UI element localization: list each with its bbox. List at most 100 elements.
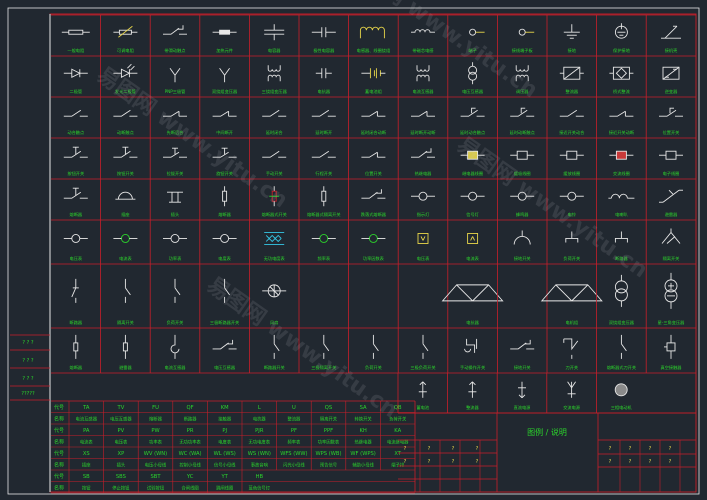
symbol-label: 电压互感器	[214, 364, 236, 371]
symbol-label: 电压互感器	[462, 88, 484, 95]
device-name: 试验按钮	[147, 485, 165, 492]
title-block-cell: ?	[452, 459, 455, 465]
title-block-cell: ?	[649, 459, 652, 465]
symbol-label: 电流表	[466, 255, 479, 262]
device-code: PJ	[222, 428, 227, 434]
device-name: 电度表	[218, 439, 232, 446]
row-head: 名称	[54, 485, 64, 492]
device-name: 预告信号	[320, 462, 337, 469]
symbol-label: 电抗器	[466, 319, 479, 326]
symbol-label: 三极隔离开关	[311, 364, 336, 371]
device-name: 隔离开关	[320, 416, 338, 423]
row-head: 名称	[54, 416, 64, 423]
device-name: 热继电器	[355, 439, 373, 446]
device-name: 辅助小母线	[352, 462, 374, 469]
symbol-label: 指示灯	[417, 211, 430, 218]
device-code: KA	[394, 428, 401, 434]
device-code: WV (WN)	[144, 451, 167, 457]
symbol-label: 频率表	[318, 255, 331, 262]
title-block-cell: ?	[404, 446, 407, 452]
symbol-label: 断路器	[615, 255, 628, 262]
symbol-label: 热继电器	[415, 170, 433, 177]
symbol-label: 接地	[568, 47, 577, 54]
title-block-cell: ?	[669, 459, 672, 465]
title-block-cell: ?	[649, 446, 652, 452]
symbol-label: 接机壳	[665, 47, 678, 54]
device-code: WC (WA)	[179, 451, 202, 457]
symbol-label: 负荷开关	[167, 319, 184, 326]
symbol-label: 电喇叭	[615, 211, 628, 218]
row-head: 代号	[54, 427, 64, 434]
device-code: PW	[151, 428, 159, 434]
symbol-label: 负荷开关	[365, 364, 382, 371]
device-code: KH	[359, 428, 366, 434]
symbol-label: 整流器	[566, 88, 579, 95]
symbol-label: 熔断器式开关	[262, 211, 287, 218]
device-code: WPS (WB)	[316, 451, 342, 457]
symbol-label: 动合触点	[67, 129, 84, 136]
device-code: HB	[256, 474, 264, 480]
symbol-label: 插头	[171, 211, 179, 218]
device-code: QF	[187, 405, 194, 411]
device-code: L	[258, 405, 261, 411]
device-code: YC	[186, 474, 194, 480]
symbol-label: 无功电度表	[264, 255, 286, 262]
device-name: 停止按钮	[112, 485, 130, 492]
symbol-label: 功率因数表	[363, 255, 385, 262]
symbol-label: 真空接触器	[661, 364, 683, 371]
symbol-label: 延时闭合动断	[361, 129, 387, 136]
symbol-label: 接近开关动合	[559, 129, 585, 136]
revision-cell: ? ? ?	[22, 376, 33, 382]
device-name: 合闸线圈	[182, 485, 199, 492]
device-code: WL (WS)	[214, 451, 236, 457]
symbol-label: 动断触点	[117, 129, 134, 136]
symbol-label: 负荷开关	[563, 255, 580, 262]
device-code: PPF	[324, 428, 333, 434]
symbol-label: 电度表	[218, 255, 231, 262]
device-code: WS (WN)	[248, 451, 271, 457]
symbol-label: 接地开关	[514, 364, 531, 371]
symbol-label: 电流表	[119, 255, 132, 262]
device-name: 信号小母线	[214, 462, 236, 469]
cad-drawing-sheet: 一般电阻 可调电阻 带滑动触点 加热元件 电容器 极性电容器 电感器、线圈绕组 带磁芯电感 端子…	[0, 0, 707, 500]
symbol-label: 手动开关	[266, 170, 283, 177]
symbol-label: 熔断器	[70, 364, 83, 371]
revision-cell: ? ? ?	[22, 358, 33, 364]
symbol-label: 蓄电池	[417, 404, 430, 411]
title-block-cell: ?	[428, 446, 431, 452]
row-head: 代号	[54, 450, 64, 457]
symbol-label: 接近开关动断	[609, 129, 635, 136]
device-name: 转换开关	[355, 416, 373, 423]
symbol-label: 插座	[121, 211, 129, 218]
symbol-label: 双绕组变压器	[609, 319, 635, 326]
device-code: TA	[82, 405, 90, 411]
symbol-label: 接地开关	[514, 255, 531, 262]
symbol-label: 电流互感器	[165, 364, 187, 371]
symbol-label: 二极管	[70, 88, 83, 95]
device-code: WFS (WW)	[280, 451, 307, 457]
symbol-label: 熔断器式隔离开关	[307, 211, 341, 218]
symbol-label: 一般电阻	[67, 47, 85, 54]
symbol-label: 电感器、线圈绕组	[357, 47, 391, 54]
device-name: 插头	[117, 462, 126, 469]
device-name: 频率表	[287, 439, 301, 446]
symbol-label: 延时断开动断	[410, 129, 436, 136]
symbol-label: 可调电阻	[117, 47, 135, 54]
row-head: 名称	[54, 439, 64, 446]
device-name: 整流器	[287, 416, 301, 423]
symbol-label: 交流线圈	[613, 170, 630, 177]
symbol-label: 中间断开	[216, 129, 233, 136]
device-code: WF (WPS)	[350, 451, 375, 457]
symbol-label: 逆变器	[665, 88, 678, 95]
device-name: 按钮	[82, 485, 91, 492]
symbol-label: 电压表	[417, 255, 430, 262]
revision-cell: ? ? ?	[22, 340, 33, 346]
symbol-label: 延时动合触点	[460, 129, 485, 136]
title-block-cell: ?	[428, 459, 431, 465]
device-code: PR	[187, 428, 194, 434]
symbol-label: 断路器开关	[264, 364, 285, 371]
symbol-label: 功率表	[169, 255, 182, 262]
title-block-cell: ?	[609, 459, 612, 465]
symbol-label: 蓄电池组	[365, 88, 382, 95]
device-name: 无功电度表	[249, 439, 271, 446]
